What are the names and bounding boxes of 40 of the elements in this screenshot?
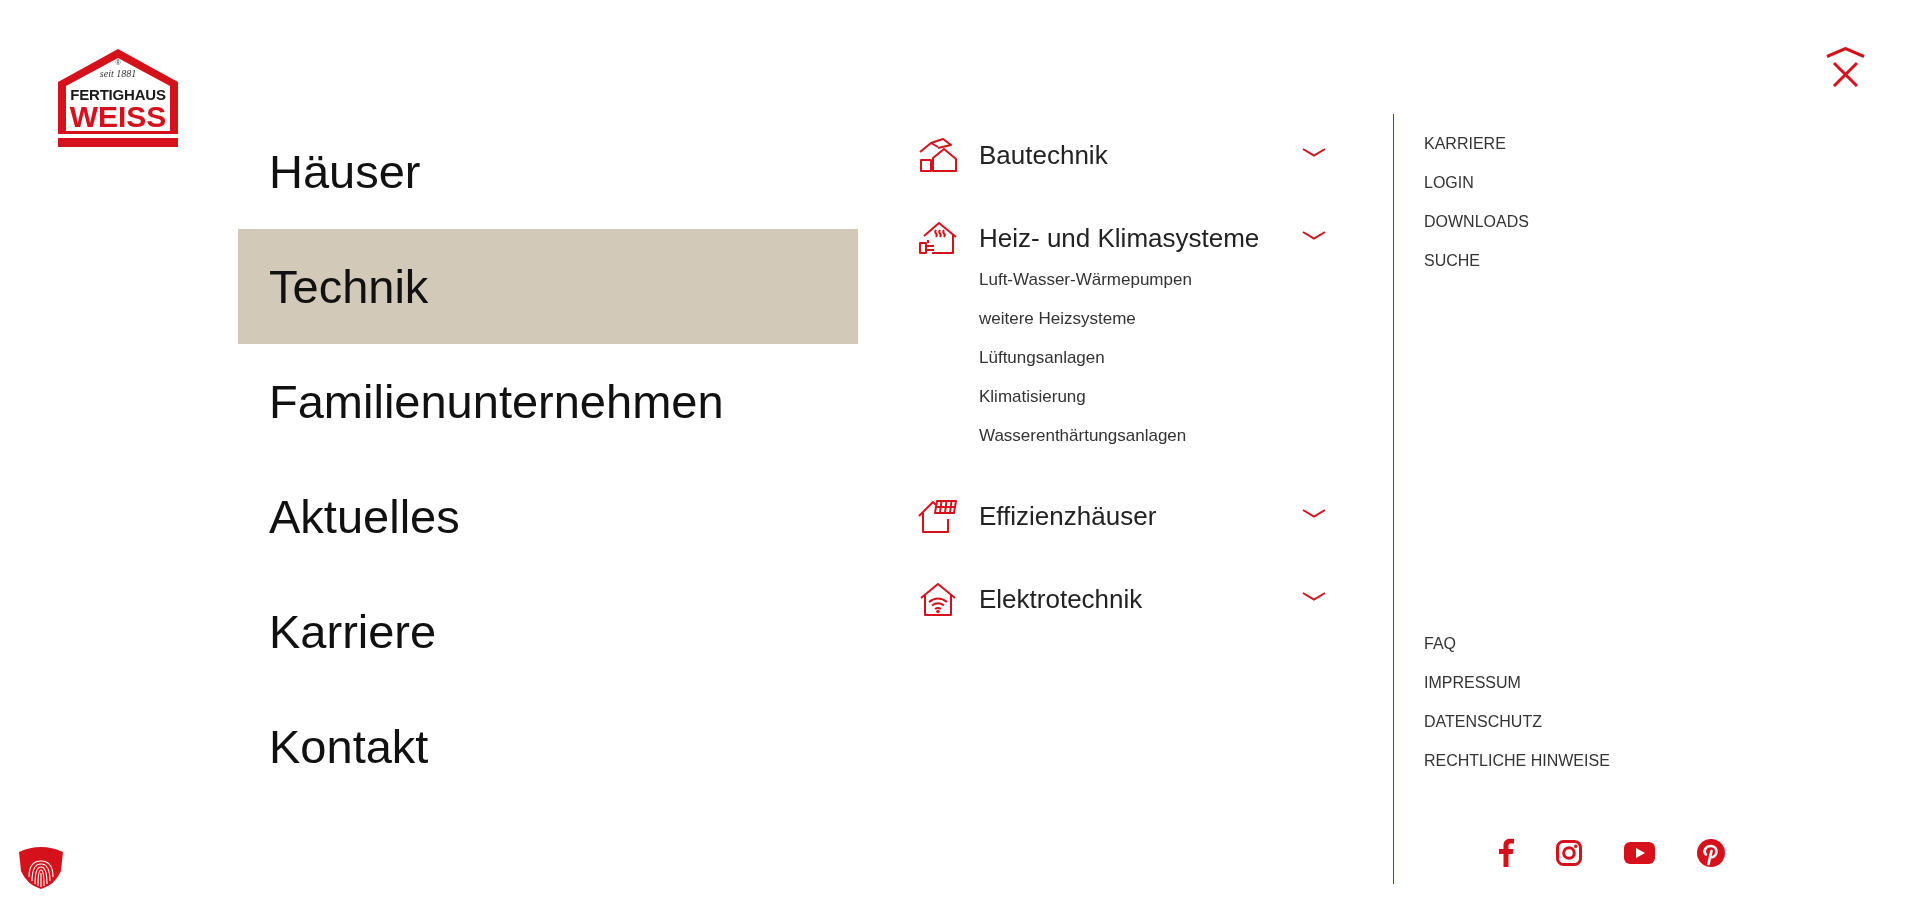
legal-link[interactable]: RECHTLICHE HINWEISE <box>1424 741 1610 780</box>
service-link[interactable]: SUCHE <box>1424 241 1480 280</box>
nav-link[interactable]: Häuser <box>269 143 421 200</box>
nav-link[interactable]: Familienunternehmen <box>269 373 724 430</box>
submenu-sublink[interactable]: Wasserenthärtungsanlagen <box>979 416 1187 455</box>
house-solar-panel-icon <box>918 499 958 533</box>
submenu-link[interactable]: Bautechnik <box>979 139 1108 171</box>
submenu-link[interactable]: Elektrotechnik <box>979 583 1143 615</box>
service-link[interactable]: KARRIERE <box>1424 124 1506 163</box>
house-heating-icon <box>918 221 958 255</box>
logo-house-drawing[interactable] <box>58 49 178 147</box>
facebook-icon[interactable] <box>1498 838 1514 867</box>
submenu-sublink[interactable]: weitere Heizsysteme <box>979 299 1136 338</box>
chevron-down-icon[interactable] <box>1302 592 1326 601</box>
service-link[interactable]: DOWNLOADS <box>1424 202 1529 241</box>
submenu-sublink[interactable]: Klimatisierung <box>979 377 1086 416</box>
youtube-icon[interactable] <box>1624 841 1655 864</box>
chevron-down-icon[interactable] <box>1302 509 1326 518</box>
legal-link[interactable]: DATENSCHUTZ <box>1424 702 1542 741</box>
nav-link[interactable]: Karriere <box>269 603 437 660</box>
chevron-down-icon[interactable] <box>1302 148 1326 157</box>
logo-wordmark: FERTIGHAUS <box>69 86 167 103</box>
nav-link[interactable]: Kontakt <box>269 718 429 775</box>
logo-tagline: seit 1881 <box>98 68 138 79</box>
service-link[interactable]: LOGIN <box>1424 163 1474 202</box>
pinterest-icon[interactable] <box>1697 838 1725 867</box>
instagram-icon[interactable] <box>1556 839 1582 866</box>
house-wifi-icon <box>918 582 958 616</box>
submenu-link[interactable]: Effizienzhäuser <box>979 500 1157 532</box>
legal-link[interactable]: IMPRESSUM <box>1424 663 1521 702</box>
submenu-link[interactable]: Heiz- und Klimasysteme <box>979 222 1260 254</box>
nav-link[interactable]: Technik <box>238 229 858 344</box>
nav-link[interactable]: Aktuelles <box>269 488 460 545</box>
submenu-sublink[interactable]: Lüftungsanlagen <box>979 338 1105 377</box>
legal-link[interactable]: FAQ <box>1424 624 1456 663</box>
house-roof-icon <box>918 138 958 172</box>
close-icon[interactable] <box>1826 47 1865 87</box>
submenu-sublink[interactable]: Luft-Wasser-Wärmepumpen <box>979 260 1192 299</box>
chevron-down-icon[interactable] <box>1302 231 1326 240</box>
logo-brand-name: WEISS <box>68 102 168 132</box>
